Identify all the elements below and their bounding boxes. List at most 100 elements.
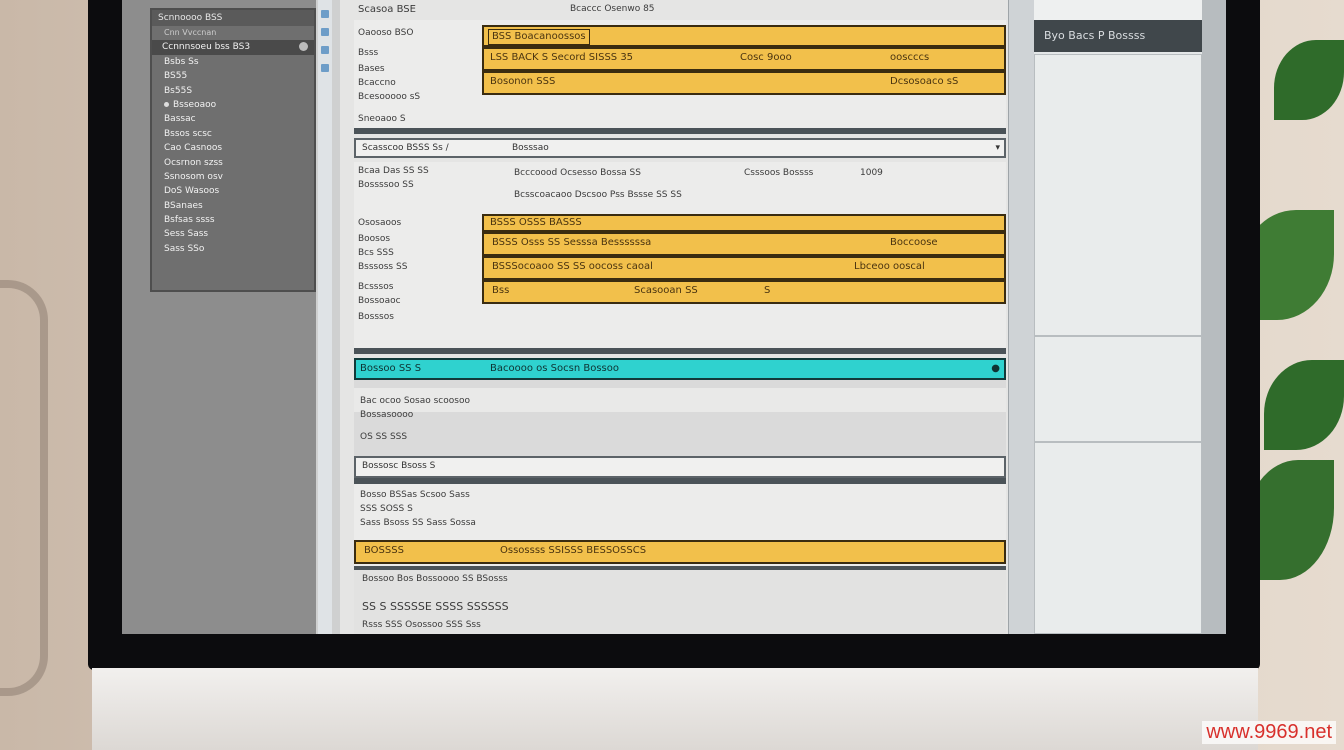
field-label: Sass Bsoss SS Sass Sossa xyxy=(360,518,476,528)
cell: BSSSocoaoo SS SS oocoss caoal xyxy=(492,261,653,272)
cell: Bss xyxy=(492,285,510,296)
footer: Bossoo Bos Bossoooo SS BSosss SS S SSSSS… xyxy=(354,570,1006,634)
tree-item[interactable]: DoS Wasoos xyxy=(152,184,314,198)
table-row[interactable]: Bss Scasooan SS S xyxy=(482,280,1006,304)
table-row[interactable]: BSSS Osss SS Sesssa Bessssssa Boccoose xyxy=(482,232,1006,256)
right-panel-box xyxy=(1034,442,1202,634)
main-panel: Scasoa BSE Bcaccc Osenwo 85 Oaooso BSO B… xyxy=(340,0,1008,634)
info-text: Csssoos Bossss xyxy=(744,168,814,178)
tree-item[interactable]: Sess Sass xyxy=(152,227,314,241)
tree-header: Scnnoooo BSS xyxy=(152,10,314,26)
square-icon[interactable] xyxy=(321,46,329,54)
section-2: Bcaa Das SS SS Bossssoo SS Ososaoos Boos… xyxy=(354,162,1006,354)
indicator-icon: ● xyxy=(991,363,1000,374)
main-title: Scasoa BSE xyxy=(358,4,416,15)
tree-item[interactable]: Ssnosom osv xyxy=(152,170,314,184)
section-4: Bosso BSSas Scsoo Sass SSS SOSS S Sass B… xyxy=(354,484,1006,566)
right-panel-box xyxy=(1034,336,1202,442)
section-3: Bac ocoo Sosao scoosoo Bossasoooo OS SS … xyxy=(354,380,1006,456)
cell: Lbceoo ooscal xyxy=(854,261,925,272)
info-text: Bcsscoacaoo Dscsoo Pss Bssse SS SS xyxy=(514,190,682,200)
field-label: Bac ocoo Sosao scoosoo xyxy=(360,396,470,406)
tree-subheader: Cnn Vvccnan xyxy=(164,28,217,37)
table-row[interactable]: BSSS OSSS BASSS xyxy=(482,214,1006,232)
toggle-icon[interactable] xyxy=(299,42,308,52)
field-label: Bcsssos xyxy=(358,282,394,292)
field-label: Sneoaoo S xyxy=(358,114,406,124)
table-row[interactable]: BSS Boacanoossos xyxy=(482,25,1006,47)
chevron-down-icon[interactable]: ▾ xyxy=(995,140,1000,156)
tree-item[interactable]: BSanaes xyxy=(152,199,314,213)
main-scrollbar[interactable] xyxy=(1008,0,1035,634)
square-icon[interactable] xyxy=(321,28,329,36)
field-label: Bosssos xyxy=(358,312,394,322)
cell: Bosonon SSS xyxy=(490,76,556,87)
right-top-strip xyxy=(1034,0,1202,20)
filter-bar-value: Bosssao xyxy=(512,143,549,153)
tree-item[interactable]: BS55 xyxy=(152,69,314,83)
tree-item[interactable]: Bassac xyxy=(152,112,314,126)
info-text: Bcccoood Ocsesso Bossa SS xyxy=(514,168,641,178)
tree-item[interactable]: Bssos scsc xyxy=(152,127,314,141)
monitor-base xyxy=(92,668,1258,750)
right-panel-box xyxy=(1034,54,1202,336)
watermark: www.9969.net xyxy=(1202,721,1336,744)
table-row[interactable]: LSS BACK S Secord SISSS 35 Cosc 9ooo oos… xyxy=(482,47,1006,71)
field-label: OS SS SSS xyxy=(360,432,408,442)
screen: Scnnoooo BSS Cnn Vvccnan Ccnnnsoeu bss B… xyxy=(122,0,1226,634)
table-row[interactable]: Bosonon SSS Dcsosoaco sS xyxy=(482,71,1006,95)
cell: BSSS Osss SS Sesssa Bessssssa xyxy=(492,237,652,248)
action-bar[interactable]: Bossosc Bsoss S xyxy=(354,456,1006,478)
field-label: Bsssoss SS xyxy=(358,262,408,272)
table-row[interactable]: BSSSocoaoo SS SS oocoss caoal Lbceoo oos… xyxy=(482,256,1006,280)
cell: Ossossss SSISSS BESSOSSCS xyxy=(500,545,647,556)
cell: Scasooan SS xyxy=(634,285,698,296)
cell: LSS BACK S Secord SISSS 35 xyxy=(490,52,634,63)
right-scrollbar[interactable] xyxy=(1202,0,1226,634)
bullet-icon xyxy=(164,101,169,107)
square-icon[interactable] xyxy=(321,64,329,72)
field-label: Bcs SSS xyxy=(358,248,394,258)
footer-text: Rsss SSS Osossoo SSS Sss xyxy=(362,620,481,630)
filter-bar[interactable]: Scasscoo BSSS Ss / Bosssao ▾ xyxy=(354,138,1006,158)
field-label: Bsss xyxy=(358,48,379,58)
tree-item[interactable]: Bsseoaoo xyxy=(152,98,314,112)
cell: Boccoose xyxy=(890,237,938,248)
action-bar-label: Bossosc Bsoss S xyxy=(362,461,436,471)
tree-item[interactable]: Bs55S xyxy=(152,84,314,98)
tree-item[interactable]: Bsbs Ss xyxy=(152,55,314,69)
tree-item[interactable]: Bsfsas ssss xyxy=(152,213,314,227)
cell: Bacoooo os Socsn Bossoo xyxy=(490,363,619,374)
lamp-shade-decoration xyxy=(0,280,48,696)
filter-bar-label: Scasscoo BSSS Ss / xyxy=(362,143,449,153)
field-label: Bcaccno xyxy=(358,78,396,88)
tree-item[interactable]: Cao Casnoos xyxy=(152,141,314,155)
tree-item[interactable]: Sass SSo xyxy=(152,242,314,256)
field-label: Bcesooooo sS xyxy=(358,92,421,102)
field-label: Bossoaoc xyxy=(358,296,401,306)
field-label: Bosso BSSas Scsoo Sass xyxy=(360,490,470,500)
field-label: Ososaoos xyxy=(358,218,402,228)
selected-row[interactable]: Bossoo SS S Bacoooo os Socsn Bossoo ● xyxy=(354,358,1006,380)
right-panel: Byo Bacs P Bossss xyxy=(1034,20,1202,634)
cell: Cosc 9ooo xyxy=(740,52,792,63)
cell: BSSS OSSS BASSS xyxy=(490,217,582,228)
field-label: Oaooso BSO xyxy=(358,28,414,38)
field-label: Boosos xyxy=(358,234,391,244)
section-1: Oaooso BSO Bsss Bases Bcaccno Bcesooooo … xyxy=(354,20,1006,134)
cell: S xyxy=(764,285,771,296)
table-row[interactable]: BOSSSS Ossossss SSISSS BESSOSSCS xyxy=(354,540,1006,564)
footer-text: Bossoo Bos Bossoooo SS BSosss xyxy=(362,574,508,584)
right-panel-header: Byo Bacs P Bossss xyxy=(1034,20,1202,52)
field-label: Bossasoooo xyxy=(360,410,414,420)
field-label: SSS SOSS S xyxy=(360,504,413,514)
file-tree: Scnnoooo BSS Cnn Vvccnan Ccnnnsoeu bss B… xyxy=(150,8,316,292)
cell: Bossoo SS S xyxy=(360,363,422,374)
square-icon[interactable] xyxy=(321,10,329,18)
footer-text: SS S SSSSSE SSSS SSSSSS xyxy=(362,600,509,613)
tree-item-label: Ccnnnsoeu bss BS3 xyxy=(162,42,251,53)
left-scrollbar[interactable] xyxy=(318,0,332,634)
tree-item[interactable]: Ocsrnon szss xyxy=(152,156,314,170)
tree-item-selected[interactable]: Ccnnnsoeu bss BS3 xyxy=(152,40,314,55)
tree-item-label: Bsseoaoo xyxy=(173,99,217,110)
